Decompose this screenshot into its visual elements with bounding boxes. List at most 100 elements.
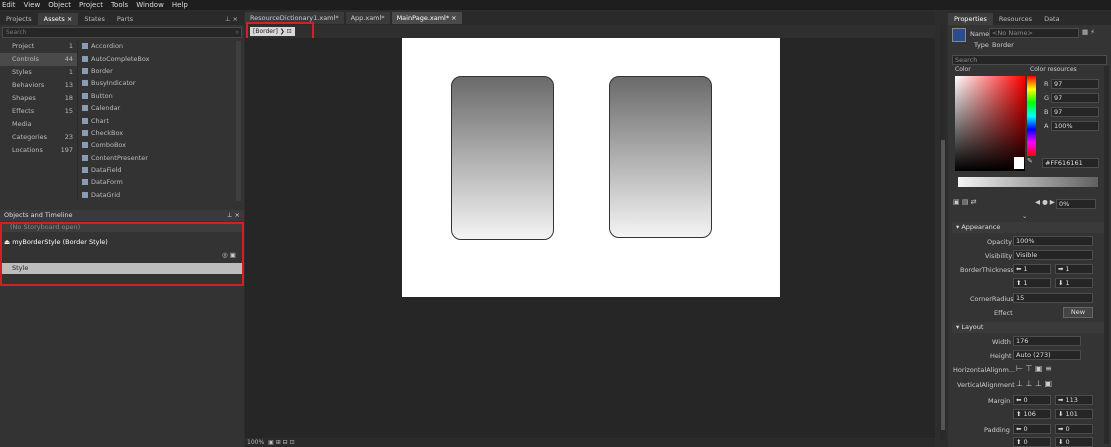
padding-right-field[interactable]: ➡ 0	[1055, 424, 1093, 434]
asset-item[interactable]: AutoCompleteBox	[80, 52, 244, 64]
menu-tools[interactable]: Tools	[111, 0, 128, 10]
asset-label: Button	[91, 91, 113, 100]
search-placeholder: Search	[6, 29, 27, 36]
padding-top-field[interactable]: ⬆ 0	[1013, 437, 1051, 447]
chevron-down-icon[interactable]: ⌄	[1022, 212, 1027, 220]
visibility-label: Visibility	[985, 252, 1013, 260]
asset-item[interactable]: BusyIndicator	[80, 77, 244, 89]
hue-slider[interactable]	[1027, 76, 1036, 156]
border-element-1[interactable]	[451, 76, 554, 240]
category-item[interactable]: Effects 15	[0, 105, 77, 118]
asset-item[interactable]: Button	[80, 90, 244, 102]
category-item[interactable]: Styles 1	[0, 66, 77, 79]
border-left-field[interactable]: ⬅ 1	[1013, 264, 1051, 274]
gradient-mode-icons[interactable]: ▣ ▤ ⇄	[953, 198, 977, 206]
asset-list: Accordion AutoCompleteBox Border BusyIndica…	[78, 40, 244, 201]
border-element-2[interactable]	[609, 76, 712, 238]
tab-data[interactable]: Data	[1038, 13, 1066, 25]
artboard[interactable]	[402, 38, 780, 297]
opacity-field[interactable]: 100%	[1013, 236, 1093, 246]
tab-resources[interactable]: Resources	[993, 13, 1038, 25]
border-bottom-field[interactable]: ⬇ 1	[1055, 278, 1093, 288]
hex-field[interactable]: #FF616161	[1042, 158, 1099, 168]
padding-left-field[interactable]: ⬅ 0	[1013, 424, 1051, 434]
asset-item[interactable]: DataForm	[80, 176, 244, 188]
properties-scrollbar[interactable]	[1104, 66, 1109, 444]
tab-assets[interactable]: Assets ×	[37, 13, 79, 25]
margin-right-field[interactable]: ➡ 113	[1055, 395, 1093, 405]
asset-item[interactable]: Accordion	[80, 40, 244, 52]
margin-left-field[interactable]: ⬅ 0	[1013, 395, 1051, 405]
close-icon[interactable]: ×	[67, 15, 72, 23]
channel-field[interactable]: 97	[1051, 107, 1099, 117]
menu-help[interactable]: Help	[172, 0, 188, 10]
asset-item[interactable]: ComboBox	[80, 139, 244, 151]
events-icon[interactable]: ▦ ⚡	[1082, 28, 1095, 36]
category-count: 18	[64, 94, 73, 102]
category-item[interactable]: Behaviors 13	[0, 79, 77, 92]
color-tab[interactable]: Color	[955, 66, 971, 73]
new-effect-button[interactable]: New	[1063, 307, 1093, 318]
tab-properties[interactable]: Properties	[948, 13, 993, 25]
horizontal-alignment-buttons[interactable]: ⊢ ⊤ ▣ ≡	[1016, 364, 1052, 373]
asset-item[interactable]: CheckBox	[80, 127, 244, 139]
menu-window[interactable]: Window	[136, 0, 164, 10]
corner-radius-value: 15	[1016, 294, 1025, 302]
category-item[interactable]: Categories 23	[0, 131, 77, 144]
tab-projects[interactable]: Projects	[0, 13, 38, 25]
asset-item[interactable]: DataField	[80, 164, 244, 176]
channel-field[interactable]: 97	[1051, 93, 1099, 103]
asset-item[interactable]: DataGrid	[80, 189, 244, 201]
pin-icon[interactable]: ⊥ ×	[219, 13, 244, 25]
asset-item[interactable]: Border	[80, 65, 244, 77]
pin-icon[interactable]: ⊥ ×	[227, 210, 240, 221]
gradient-stop-controls[interactable]: ◀ ● ▶	[1035, 198, 1055, 206]
gradient-bar[interactable]	[958, 177, 1098, 187]
channel-field[interactable]: 100%	[1051, 121, 1099, 131]
asset-search-input[interactable]: Search ⌕	[2, 27, 242, 38]
zoom-level[interactable]: 100%	[247, 439, 264, 447]
gradient-offset-value: 0%	[1059, 200, 1070, 208]
visibility-select[interactable]: Visible	[1013, 250, 1093, 260]
channel-field[interactable]: 97	[1051, 79, 1099, 89]
asset-item[interactable]: Chart	[80, 114, 244, 126]
eyedropper-icon[interactable]: ✎	[1027, 157, 1033, 165]
name-field[interactable]: <No Name>	[989, 28, 1079, 38]
asset-label: CheckBox	[91, 128, 124, 137]
menu-edit[interactable]: Edit	[2, 0, 16, 10]
view-icons[interactable]: ▣ ⊞ ⊟ ⊡	[268, 439, 294, 447]
menu-object[interactable]: Object	[48, 0, 71, 10]
menu-project[interactable]: Project	[79, 0, 103, 10]
margin-top-field[interactable]: ⬆ 106	[1013, 409, 1051, 419]
margin-bottom-field[interactable]: ⬇ 101	[1055, 409, 1093, 419]
category-item[interactable]: Media	[0, 118, 77, 131]
property-search-input[interactable]: Search	[952, 55, 1107, 65]
menu-view[interactable]: View	[24, 0, 41, 10]
corner-radius-field[interactable]: 15	[1013, 293, 1093, 303]
tab-app-xaml[interactable]: App.xaml*	[345, 12, 390, 24]
asset-item[interactable]: ContentPresenter	[80, 152, 244, 164]
color-resources-tab[interactable]: Color resources	[1030, 66, 1077, 73]
border-right-field[interactable]: ➡ 1	[1055, 264, 1093, 274]
border-right-value: 1	[1065, 265, 1070, 273]
scroll-thumb[interactable]	[941, 140, 945, 430]
appearance-section-header[interactable]: ▾ Appearance	[952, 222, 1107, 233]
vertical-alignment-buttons[interactable]: ⊥ ⊥ ⊥ ▣	[1016, 379, 1052, 388]
asset-scrollbar[interactable]	[236, 41, 241, 201]
category-item[interactable]: Locations 197	[0, 144, 77, 157]
gradient-offset-field[interactable]: 0%	[1056, 199, 1096, 209]
category-item[interactable]: Controls 44	[0, 53, 77, 66]
padding-bottom-field[interactable]: ⬇ 0	[1055, 437, 1093, 447]
tab-mainpage-xaml[interactable]: MainPage.xaml* ×	[391, 12, 462, 24]
category-item[interactable]: Shapes 18	[0, 92, 77, 105]
border-top-field[interactable]: ⬆ 1	[1013, 278, 1051, 288]
category-item[interactable]: Project 1	[0, 40, 77, 53]
width-field[interactable]: 176	[1013, 336, 1081, 346]
name-label: Name	[970, 30, 990, 38]
tab-parts[interactable]: Parts	[111, 13, 139, 25]
tab-states[interactable]: States	[78, 13, 111, 25]
asset-item[interactable]: Calendar	[80, 102, 244, 114]
category-label: Styles	[12, 68, 32, 76]
height-field[interactable]: Auto (273)	[1013, 350, 1081, 360]
layout-section-header[interactable]: ▾ Layout	[952, 322, 1107, 333]
